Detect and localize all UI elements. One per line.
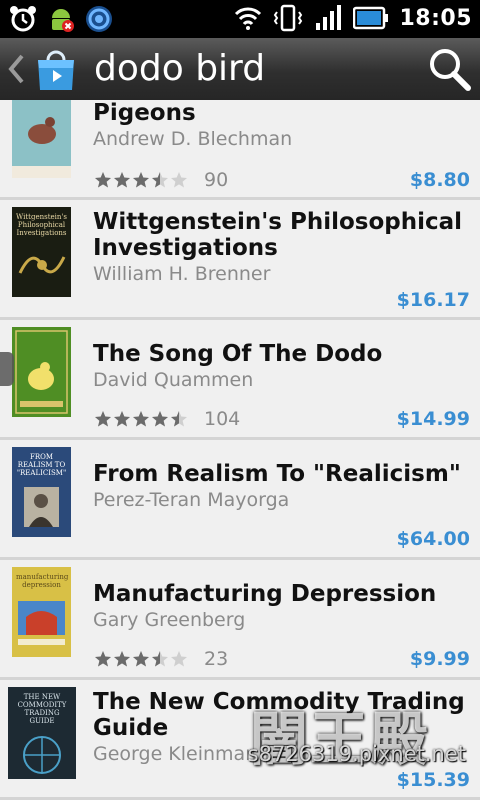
star-icon — [95, 651, 111, 667]
book-author: William H. Brenner — [93, 263, 271, 285]
alarm-clock-icon — [8, 4, 38, 34]
star-icon — [171, 172, 187, 188]
star-rating — [94, 410, 188, 428]
list-item[interactable]: Pigeons Andrew D. Blechman 90 $8.80 — [0, 100, 480, 200]
book-author: George Kleinman — [93, 743, 258, 765]
star-rating — [94, 171, 188, 189]
book-author: Perez-Teran Mayorga — [93, 489, 290, 511]
book-author: Andrew D. Blechman — [93, 128, 293, 150]
star-icon — [95, 411, 111, 427]
price-button[interactable]: $16.17 — [397, 289, 470, 311]
price-button[interactable]: $14.99 — [397, 408, 470, 430]
rating-count: 90 — [204, 169, 229, 191]
page-title: dodo bird — [94, 48, 266, 89]
book-author: David Quammen — [93, 369, 254, 391]
book-cover — [12, 327, 71, 417]
chevron-left-icon[interactable] — [6, 54, 26, 84]
list-item[interactable]: manufacturing depression Manufacturing D… — [0, 560, 480, 680]
price-button[interactable]: $9.99 — [410, 648, 470, 670]
price-button[interactable]: $8.80 — [410, 169, 470, 191]
signal-icon — [313, 3, 343, 33]
book-cover: Wittgenstein's Philosophical Investigati… — [12, 207, 71, 297]
watermark: 闇王殿 s8726319.pixnet.net — [248, 692, 474, 800]
battery-icon — [353, 3, 389, 33]
star-icon — [152, 411, 168, 427]
price-button[interactable]: $64.00 — [397, 528, 470, 550]
search-icon[interactable] — [426, 46, 472, 92]
star-icon — [114, 651, 130, 667]
star-rating — [94, 650, 188, 668]
book-cover — [12, 100, 71, 178]
vibrate-icon — [273, 3, 303, 33]
fast-scroll-handle[interactable] — [0, 352, 14, 386]
star-icon — [171, 411, 187, 427]
rating-count: 104 — [204, 408, 241, 430]
watermark-url: s8726319.pixnet.net — [247, 742, 466, 766]
list-item[interactable]: Wittgenstein's Philosophical Investigati… — [0, 200, 480, 320]
book-title: Pigeons — [93, 100, 196, 126]
star-icon — [152, 651, 168, 667]
star-icon — [133, 172, 149, 188]
star-icon — [114, 411, 130, 427]
book-title: From Realism To "Realicism" — [93, 461, 461, 487]
book-cover: THE NEW COMMODITY TRADING GUIDE — [8, 687, 76, 779]
sync-icon — [84, 4, 114, 34]
star-icon — [171, 651, 187, 667]
book-cover: manufacturing depression — [12, 567, 71, 657]
wifi-icon — [233, 3, 263, 33]
list-item[interactable]: The Song Of The Dodo David Quammen 104 $… — [0, 320, 480, 440]
action-bar: dodo bird — [0, 38, 480, 100]
star-icon — [114, 172, 130, 188]
android-warning-icon — [46, 4, 76, 34]
rating-count: 23 — [204, 648, 229, 670]
star-icon — [152, 172, 168, 188]
book-title: The Song Of The Dodo — [93, 341, 383, 367]
list-item[interactable]: FROM REALISM TO "REALICISM" From Realism… — [0, 440, 480, 560]
star-icon — [133, 651, 149, 667]
book-author: Gary Greenberg — [93, 609, 246, 631]
book-cover: FROM REALISM TO "REALICISM" — [12, 447, 71, 537]
book-title: Wittgenstein's Philosophical Investigati… — [93, 209, 463, 261]
play-store-bag-icon[interactable] — [32, 46, 80, 94]
star-icon — [133, 411, 149, 427]
book-title: Manufacturing Depression — [93, 581, 437, 607]
clock: 18:05 — [399, 5, 472, 31]
status-bar: 18:05 — [0, 0, 480, 38]
star-icon — [95, 172, 111, 188]
